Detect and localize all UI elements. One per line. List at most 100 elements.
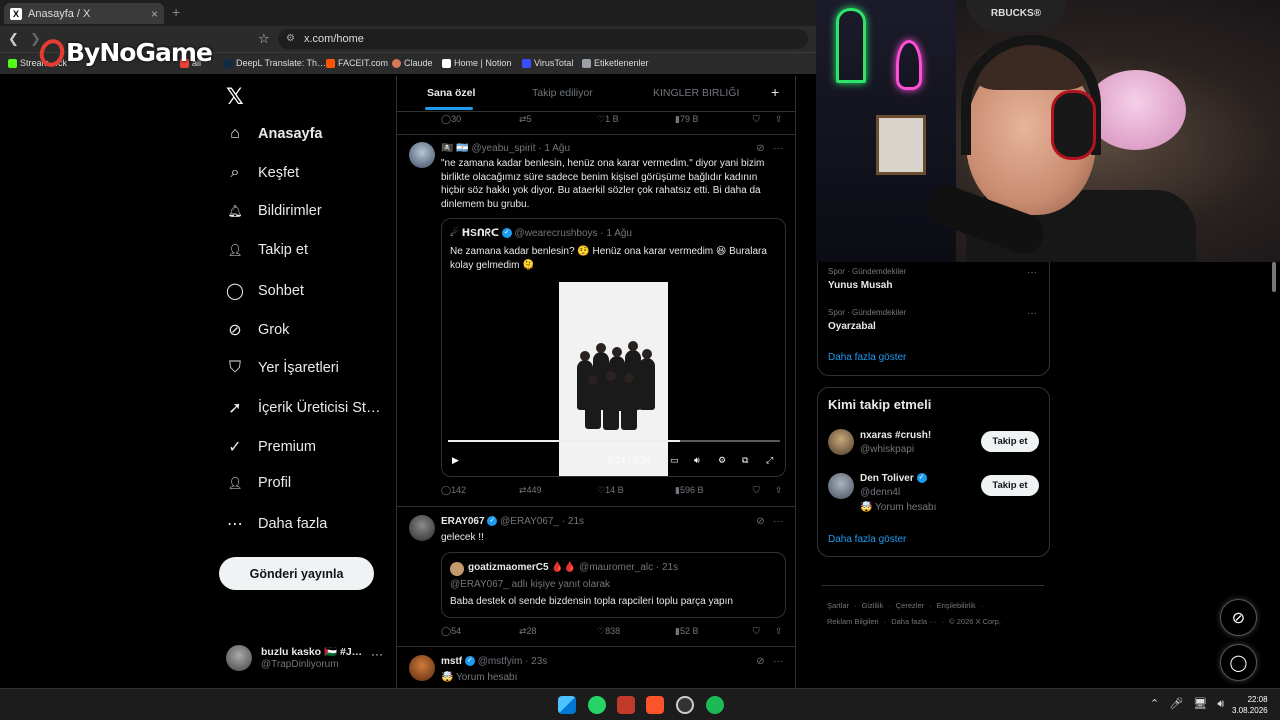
tab-kingler-birligi[interactable]: KINGLER BIRLIĞI (653, 87, 739, 99)
new-tab-button[interactable]: + (172, 4, 180, 20)
bookmark-item[interactable]: Etiketlenenler (582, 58, 649, 68)
follow-button[interactable]: Takip et (981, 475, 1039, 496)
footer-link[interactable]: Reklam Bilgileri (827, 617, 879, 626)
bookmark-page-icon[interactable]: ☆ (258, 31, 270, 47)
bookmark-item[interactable]: FACEIT.com (326, 58, 388, 68)
site-info-icon[interactable]: ⚙ (286, 29, 295, 49)
reply-button[interactable]: ◯ 54 (441, 626, 461, 637)
repost-button[interactable]: ⇄ 449 (519, 485, 542, 496)
scroll-thumb[interactable] (1272, 262, 1276, 292)
footer-link[interactable]: Gizlilik (862, 601, 884, 610)
url-field[interactable]: ⚙ x.com/home (278, 29, 808, 49)
show-more-link[interactable]: Daha fazla göster (828, 534, 906, 545)
nav-home[interactable]: ⌂ Anasayfa (226, 125, 322, 143)
add-tab-icon[interactable]: + (771, 84, 779, 100)
post[interactable]: 🏴‍☠️ 🇦🇷 @yeabu_spirit · 1 Ağu ⊘ ··· "ne … (397, 134, 795, 506)
share-icon[interactable]: ⇪ (775, 114, 783, 125)
bookmark-item[interactable]: DeepL Translate: Th… (224, 58, 326, 68)
account-switcher[interactable]: buzlu kasko 🇵🇸 #J… @TrapDinliyorum ··· (226, 643, 388, 673)
fullscreen-icon[interactable]: ⤢ (766, 455, 773, 466)
repost-button[interactable]: ⇄ 5 (519, 114, 532, 125)
show-more-link[interactable]: Daha fazla göster (828, 352, 906, 363)
quoted-post[interactable]: ☄ ᕼSᑎᖇᑕ ✓ @wearecrushboys · 1 Ağu Ne zam… (441, 218, 786, 477)
scrollbar[interactable] (1270, 262, 1278, 688)
whatsapp-icon[interactable] (588, 696, 606, 714)
who-to-follow-panel: Kimi takip etmeli nxaras #crush! @whiskp… (817, 387, 1050, 557)
nav-follow[interactable]: 👤︎ Takip et (226, 242, 308, 258)
footer-link[interactable]: Erişilebilirlik (937, 601, 976, 610)
nav-profile[interactable]: 👤︎ Profil (226, 475, 291, 491)
bookmark-item[interactable]: Claude (392, 58, 433, 68)
grok-icon[interactable]: ⊘ ··· (756, 143, 783, 154)
back-icon[interactable]: ❮ (8, 31, 19, 47)
microphone-icon[interactable]: 🎤︎ (1169, 698, 1183, 710)
post-button[interactable]: Gönderi yayınla (219, 557, 374, 590)
reply-context: @ERAY067_ adlı kişiye yanıt olarak (450, 579, 611, 590)
browser-tab[interactable]: X Anasayfa / X × (4, 3, 164, 24)
clock[interactable]: 22:08 3.08.2026 (1232, 694, 1268, 716)
more-icon[interactable]: ··· (371, 647, 383, 661)
nav-notifications[interactable]: 🔔︎ Bildirimler (226, 203, 321, 219)
bookmark-icon[interactable]: ⛉ (753, 114, 760, 125)
bookmark-item[interactable]: VirusTotal (522, 58, 573, 68)
play-icon[interactable]: ▶ (452, 455, 459, 466)
brave-browser-icon[interactable] (646, 696, 664, 714)
spotify-icon[interactable] (706, 696, 724, 714)
volume-icon[interactable]: 🔊︎ (1217, 698, 1224, 710)
follow-button[interactable]: Takip et (981, 431, 1039, 452)
chat-icon: ◯ (226, 283, 244, 300)
nav-creator-studio[interactable]: ➚ İçerik Üreticisi St… (226, 398, 380, 418)
quoted-post[interactable]: goatizmaomerC5 🩸🩸 @mauromer_alc · 21s @E… (441, 552, 786, 618)
share-icon[interactable]: ⇪ (775, 485, 783, 496)
messages-floating-button[interactable]: ◯ (1220, 644, 1257, 681)
views-button[interactable]: ▮ 596 B (675, 485, 703, 496)
footer-link[interactable]: Şartlar (827, 601, 849, 610)
nav-chat[interactable]: ◯ Sohbet (226, 281, 304, 301)
nav-bookmarks[interactable]: ⛉ Yer İşaretleri (226, 359, 339, 377)
views-button[interactable]: ▮ 52 B (675, 626, 698, 637)
like-button[interactable]: ♡ 838 (597, 626, 620, 637)
reply-button[interactable]: ◯ 30 (441, 114, 461, 125)
post-header: mstf ✓ @mstfyim · 23s (441, 656, 548, 667)
post[interactable]: ERAY067 ✓ @ERAY067_ · 21s ⊘ ··· gelecek … (397, 506, 795, 646)
footer-link[interactable]: Çerezler (896, 601, 924, 610)
views-button[interactable]: ▮ 79 B (675, 114, 698, 125)
like-button[interactable]: ♡ 14 B (597, 485, 624, 496)
post[interactable]: mstf ✓ @mstfyim · 23s ⊘ ··· 🤯 Yorum hesa… (397, 646, 795, 688)
nav-grok[interactable]: ⊘ Grok (226, 320, 289, 340)
x-logo-icon[interactable]: 𝕏 (226, 84, 244, 110)
app-icon[interactable] (617, 696, 635, 714)
nav-explore[interactable]: ⌕ Keşfet (226, 164, 300, 182)
captions-icon[interactable]: ▭ (670, 455, 679, 466)
share-icon[interactable]: ⇪ (775, 626, 783, 637)
nav-premium[interactable]: ✓ Premium (226, 437, 316, 457)
repost-button[interactable]: ⇄ 28 (519, 626, 537, 637)
account-handle: @TrapDinliyorum (261, 659, 339, 670)
tab-following[interactable]: Takip ediliyor (532, 87, 593, 99)
tab-for-you[interactable]: Sana özel (427, 87, 475, 99)
pip-icon[interactable]: ⧉ (742, 455, 748, 466)
tab-close-icon[interactable]: × (151, 7, 158, 21)
grok-icon[interactable]: ⊘ ··· (756, 656, 783, 667)
bookmark-icon[interactable]: ⛉ (753, 626, 760, 637)
webcam-overlay: RBUCKS® (816, 0, 1280, 262)
bookmark-icon: ⛉ (228, 359, 241, 376)
video-progress-bar[interactable] (448, 440, 780, 442)
footer-link[interactable]: Daha fazla ··· (891, 617, 936, 626)
grok-floating-button[interactable]: ⊘ (1220, 599, 1257, 636)
like-button[interactable]: ♡ 1 B (597, 114, 619, 125)
video-player[interactable] (559, 282, 668, 476)
grok-icon[interactable]: ⊘ ··· (756, 516, 783, 527)
bookmark-item[interactable]: Home | Notion (442, 58, 511, 68)
windows-start-icon[interactable] (558, 696, 576, 714)
quote-text: Ne zamana kadar benlesin? 🤨 Henüz ona ka… (450, 246, 767, 271)
chevron-up-icon[interactable]: ⌃ (1150, 698, 1159, 710)
nav-more[interactable]: ⋯ Daha fazla (226, 514, 327, 534)
volume-icon[interactable]: 🔊︎ (694, 455, 700, 466)
post-header: 🏴‍☠️ 🇦🇷 @yeabu_spirit · 1 Ağu (441, 143, 571, 154)
settings-icon[interactable]: ⚙ (718, 455, 726, 466)
bookmark-icon[interactable]: ⛉ (753, 485, 760, 496)
display-icon[interactable]: 🖥︎ (1193, 698, 1207, 710)
reply-button[interactable]: ◯ 142 (441, 485, 466, 496)
obs-icon[interactable] (676, 696, 694, 714)
